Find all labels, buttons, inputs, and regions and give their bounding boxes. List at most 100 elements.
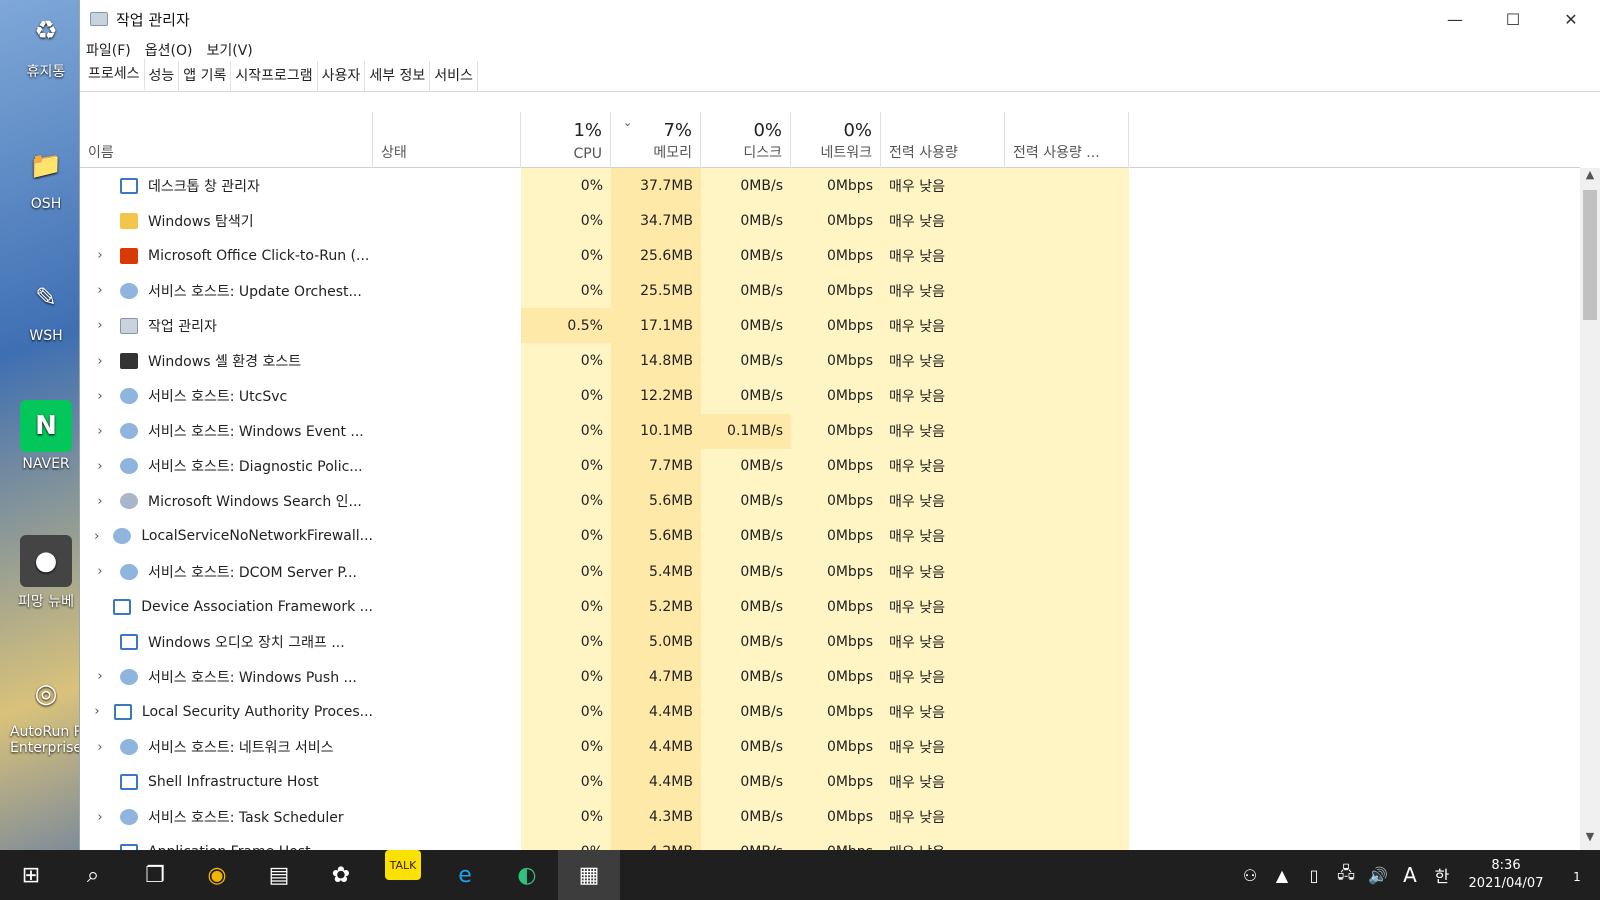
table-row[interactable]: › Microsoft Windows Search 인... 0% 5.6MB 0MB… <box>80 483 1580 519</box>
column-power[interactable]: 전력 사용량 <box>881 112 1005 168</box>
table-row[interactable]: › 서비스 호스트: Windows Push ... 0% 4.7MB 0MB/s 0M… <box>80 659 1580 695</box>
network-icon[interactable]: 🖧 <box>1330 862 1362 889</box>
table-row[interactable]: › 서비스 호스트: Windows Event ... 0% 10.1MB 0.1MB… <box>80 413 1580 449</box>
scroll-up-icon[interactable]: ▲ <box>1580 168 1600 188</box>
explorer-icon[interactable]: ▤ <box>248 850 310 900</box>
paint-icon[interactable]: ✿ <box>310 850 372 900</box>
search-icon[interactable]: ⌕ <box>62 850 124 900</box>
column-name[interactable]: 이름 <box>80 112 373 168</box>
table-row[interactable]: Windows 탐색기 0% 34.7MB 0MB/s 0Mbps 매우 낮음 <box>80 203 1580 239</box>
table-row[interactable]: 데스크톱 창 관리자 0% 37.7MB 0MB/s 0Mbps 매우 낮음 <box>80 168 1580 204</box>
scroll-thumb[interactable] <box>1583 190 1597 320</box>
tab-startup[interactable]: 시작프로그램 <box>231 61 318 91</box>
ime-mode-icon[interactable]: A <box>1394 863 1426 887</box>
chevron-right-icon[interactable]: › <box>92 459 108 474</box>
tray-overflow-icon[interactable]: ▲ <box>1266 866 1298 885</box>
table-row[interactable]: › 서비스 호스트: Diagnostic Polic... 0% 7.7MB 0MB/… <box>80 448 1580 484</box>
close-button[interactable]: ✕ <box>1542 0 1600 38</box>
desktop-icon-glyph: ◎ <box>34 679 58 709</box>
maximize-button[interactable]: ☐ <box>1484 0 1542 38</box>
table-row[interactable]: › 서비스 호스트: DCOM Server P... 0% 5.4MB 0MB/s 0M… <box>80 554 1580 590</box>
chevron-right-icon[interactable]: › <box>92 669 108 684</box>
chevron-right-icon[interactable]: › <box>92 564 108 579</box>
tab-details[interactable]: 세부 정보 <box>365 61 431 91</box>
menu-file[interactable]: 파일(F) <box>86 40 131 60</box>
process-name-cell: › 서비스 호스트: Update Orchest... <box>80 273 373 308</box>
table-row[interactable]: › LocalServiceNoNetworkFirewall... 0% 5.6MB… <box>80 518 1580 555</box>
table-row[interactable]: › Local Security Authority Proces... 0% 4.4… <box>80 694 1580 730</box>
column-power-trend[interactable]: 전력 사용량 ... <box>1005 112 1129 168</box>
scroll-down-icon[interactable]: ▼ <box>1580 830 1600 850</box>
start-icon[interactable]: ⊞ <box>0 850 62 900</box>
vertical-scrollbar[interactable]: ▲ ▼ <box>1580 168 1600 850</box>
chrome-icon[interactable]: ◉ <box>186 850 248 900</box>
chevron-right-icon[interactable]: › <box>92 389 108 404</box>
window-icon <box>113 598 132 615</box>
people-icon[interactable]: ⚇ <box>1234 866 1266 885</box>
table-row[interactable]: Application Frame Host 0%4.2MB0MB/s0Mbps매… <box>80 834 1580 850</box>
table-row[interactable]: › 서비스 호스트: Task Scheduler 0% 4.3MB 0MB/s 0Mbp… <box>80 799 1580 835</box>
process-power: 매우 낮음 <box>881 659 1005 695</box>
table-row[interactable]: › 서비스 호스트: Update Orchest... 0% 25.5MB 0MB/s… <box>80 273 1580 309</box>
process-status <box>373 343 521 378</box>
table-row[interactable]: › 서비스 호스트: 네트워크 서비스 0% 4.4MB 0MB/s 0Mbps 매우 낮음 <box>80 729 1580 765</box>
table-row[interactable]: Device Association Framework ... 0% 5.2MB 0… <box>80 589 1580 625</box>
task-manager-icon[interactable]: ▦ <box>558 850 620 900</box>
table-row[interactable]: › Windows 셸 환경 호스트 0% 14.8MB 0MB/s 0Mbps 매우 낮음 <box>80 343 1580 379</box>
chevron-right-icon[interactable]: › <box>92 810 108 825</box>
column-cpu[interactable]: 1% CPU <box>521 112 611 168</box>
minimize-button[interactable]: — <box>1426 0 1484 38</box>
ime-hangul-icon[interactable]: 한 <box>1426 863 1458 887</box>
tab-performance[interactable]: 성능 <box>145 61 180 91</box>
process-power: 매우 낮음 <box>881 518 1005 555</box>
volume-icon[interactable]: 🔊 <box>1362 866 1394 885</box>
table-row[interactable]: Shell Infrastructure Host 0% 4.4MB 0MB/s 0Mb… <box>80 764 1580 800</box>
tab-users[interactable]: 사용자 <box>318 61 366 91</box>
clock-date: 2021/04/07 <box>1468 876 1544 891</box>
chevron-right-icon[interactable]: › <box>92 354 108 369</box>
column-network[interactable]: 0% 네트워크 <box>791 112 881 168</box>
chevron-right-icon[interactable]: › <box>92 740 108 755</box>
chevron-right-icon[interactable]: › <box>92 283 108 298</box>
tab-app-history[interactable]: 앱 기록 <box>179 61 232 91</box>
menu-view[interactable]: 보기(V) <box>206 40 252 60</box>
chevron-right-icon[interactable]: › <box>92 248 108 263</box>
column-disk[interactable]: 0% 디스크 <box>701 112 791 168</box>
task-view-icon[interactable]: ❐ <box>124 850 186 900</box>
column-status[interactable]: 상태 <box>373 112 521 168</box>
table-row[interactable]: › Microsoft Office Click-to-Run (... 0% 25.… <box>80 238 1580 274</box>
process-status <box>373 238 521 273</box>
menu-options[interactable]: 옵션(O) <box>145 40 193 60</box>
internet-explorer-icon[interactable]: e <box>434 850 496 900</box>
table-row[interactable]: Windows 오디오 장치 그래프 ... 0% 5.0MB 0MB/s 0Mbps 매… <box>80 624 1580 660</box>
process-disk: 0MB/s <box>701 483 791 519</box>
chevron-right-icon[interactable]: › <box>92 318 108 333</box>
process-power: 매우 낮음 <box>881 378 1005 414</box>
process-power: 매우 낮음 <box>881 238 1005 274</box>
table-row[interactable]: › 작업 관리자 0.5% 17.1MB 0MB/s 0Mbps 매우 낮음 <box>80 308 1580 344</box>
process-power-trend <box>1005 308 1129 344</box>
column-memory[interactable]: ⌄ 7% 메모리 <box>611 112 701 168</box>
process-power: 매우 낮음 <box>881 168 1005 204</box>
chevron-right-icon[interactable]: › <box>92 424 108 439</box>
table-header: 이름 상태 1% CPU ⌄ 7% 메모리 0% 디스크 0% 네트워크 전력 … <box>80 112 1580 168</box>
tablet-mode-icon[interactable]: ▯ <box>1298 866 1330 885</box>
process-status <box>373 800 521 835</box>
tab-processes[interactable]: 프로세스 <box>84 59 145 91</box>
chevron-right-icon[interactable]: › <box>92 494 108 509</box>
chevron-right-icon[interactable]: › <box>92 704 102 719</box>
notification-center-icon[interactable]: 1 <box>1554 865 1600 886</box>
process-memory: 5.6MB <box>611 483 701 519</box>
clock[interactable]: 8:36 2021/04/07 <box>1458 857 1554 893</box>
process-name-cell: Windows 탐색기 <box>80 203 373 238</box>
kakaotalk-icon[interactable]: TALK <box>385 850 421 880</box>
tab-services[interactable]: 서비스 <box>430 61 478 91</box>
title-bar[interactable]: 작업 관리자 — ☐ ✕ <box>80 0 1600 38</box>
folder-icon <box>120 212 138 229</box>
table-row[interactable]: › 서비스 호스트: UtcSvc 0% 12.2MB 0MB/s 0Mbps 매우 낮음 <box>80 378 1580 414</box>
process-memory: 12.2MB <box>611 378 701 414</box>
edge-icon[interactable]: ◐ <box>496 850 558 900</box>
process-disk: 0MB/s <box>701 168 791 204</box>
office-icon <box>120 247 138 264</box>
chevron-right-icon[interactable]: › <box>92 529 101 544</box>
